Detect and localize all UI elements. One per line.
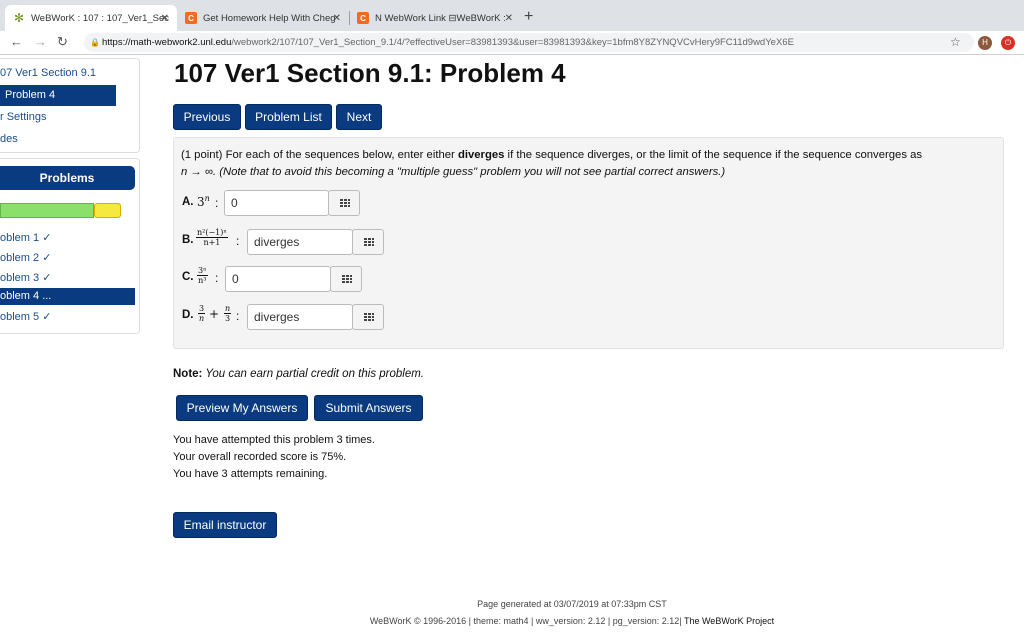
math-base: 3 xyxy=(197,195,205,209)
part-b-label: B. xyxy=(182,234,194,246)
progress-incorrect xyxy=(94,203,121,218)
browser-tab-chegg[interactable]: C Get Homework Help With Cheg ✕ xyxy=(177,5,350,31)
sidebar-link-section[interactable]: 07 Ver1 Section 9.1 xyxy=(0,67,96,79)
webwork-project-link[interactable]: The WeBWorK Project xyxy=(684,616,774,626)
url-path: /webwork2/107/107_Ver1_Section_9.1/4/?ef… xyxy=(231,37,794,48)
footer-credits-text: WeBWorK © 1996-2016 | theme: math4 | ww_… xyxy=(369,616,684,626)
tab-title: Get Homework Help With Cheg xyxy=(203,12,336,24)
grid-icon xyxy=(364,313,374,322)
tab-close-icon[interactable]: ✕ xyxy=(161,13,169,24)
new-tab-icon[interactable]: + xyxy=(524,8,533,26)
browser-tab-webwork[interactable]: ✻ WeBWorK : 107 : 107_Ver1_Sec ✕ xyxy=(5,5,177,31)
answer-input-d[interactable]: diverges xyxy=(247,304,353,330)
reload-icon[interactable]: ↻ xyxy=(57,34,68,50)
answer-input-b[interactable]: diverges xyxy=(247,229,353,255)
fraction-denominator: n³ xyxy=(198,276,207,285)
bookmark-star-icon[interactable]: ☆ xyxy=(950,35,961,49)
tab-title: WeBWorK : 107 : 107_Ver1_Sec xyxy=(31,12,170,24)
math-exponent: n xyxy=(204,194,210,203)
fraction-denominator: n+1 xyxy=(203,238,221,247)
part-c-fraction: 3ⁿ n³ xyxy=(197,266,208,285)
url-field[interactable]: 🔒 https://math-webwork2.unl.edu/webwork2… xyxy=(84,33,974,52)
next-button[interactable]: Next xyxy=(336,104,382,130)
fraction-denominator: 3 xyxy=(225,314,231,323)
address-bar-row: ← → ↻ 🔒 https://math-webwork2.unl.edu/we… xyxy=(0,31,1024,55)
note-label: Note: xyxy=(173,368,203,380)
colon: : xyxy=(215,271,219,285)
problem-list-item[interactable]: oblem 1 ✓ xyxy=(0,231,51,244)
browser-tab-bar: ✻ WeBWorK : 107 : 107_Ver1_Sec ✕ C Get H… xyxy=(0,0,1024,31)
profile-avatar[interactable]: H xyxy=(978,36,992,50)
fraction-denominator: n xyxy=(198,314,205,323)
part-d-fraction-2: n 3 xyxy=(224,304,232,323)
intro-note: (Note that to avoid this becoming a "mul… xyxy=(216,166,726,178)
problem-list-button[interactable]: Problem List xyxy=(245,104,332,130)
lock-icon: 🔒 xyxy=(90,38,100,47)
part-a-label: A. xyxy=(182,196,194,208)
intro-limit: n → ∞. xyxy=(181,166,217,178)
grid-icon xyxy=(342,275,352,284)
score-status: Your overall recorded score is 75%. xyxy=(173,451,347,463)
footer-credits: WeBWorK © 1996-2016 | theme: math4 | ww_… xyxy=(0,616,1024,626)
webwork-favicon-icon: ✻ xyxy=(13,11,25,25)
problem-list-item-current[interactable]: oblem 4 ... xyxy=(0,288,135,305)
extension-icon[interactable]: ⏻ xyxy=(1001,36,1015,50)
fraction-numerator: 3ⁿ xyxy=(197,266,208,276)
problem-instructions: (1 point) For each of the sequences belo… xyxy=(181,147,981,181)
equation-editor-button-b[interactable] xyxy=(352,229,384,255)
footer-generated: Page generated at 03/07/2019 at 07:33pm … xyxy=(477,599,667,609)
grid-icon xyxy=(340,199,350,208)
grid-icon xyxy=(364,238,374,247)
sidebar-link-settings[interactable]: r Settings xyxy=(0,111,46,123)
chegg-favicon-icon: C xyxy=(185,12,197,24)
page-title: 107 Ver1 Section 9.1: Problem 4 xyxy=(174,58,566,88)
fraction-numerator: n²(−1)ⁿ xyxy=(196,228,228,238)
part-a-expression: 3n xyxy=(197,194,210,209)
problem-list-item[interactable]: oblem 2 ✓ xyxy=(0,251,51,264)
part-b-fraction: n²(−1)ⁿ n+1 xyxy=(196,228,228,247)
sidebar-link-problem-4[interactable]: Problem 4 xyxy=(0,85,116,106)
submit-answers-button[interactable]: Submit Answers xyxy=(314,395,423,421)
intro-text: (1 point) For each of the sequences belo… xyxy=(181,149,458,161)
colon: : xyxy=(236,234,240,248)
tab-close-icon[interactable]: ✕ xyxy=(333,13,341,24)
sidebar-link-grades[interactable]: des xyxy=(0,133,18,145)
forward-arrow-icon[interactable]: → xyxy=(34,34,47,49)
tab-title: N WebWork Link ⊟WeBWorK : xyxy=(375,12,506,24)
intro-text: if the sequence diverges, or the limit o… xyxy=(504,149,923,161)
problem-list-item[interactable]: oblem 5 ✓ xyxy=(0,310,51,323)
score-progress-bar xyxy=(0,203,121,218)
plus-sign: + xyxy=(209,307,220,321)
tab-close-icon[interactable]: ✕ xyxy=(505,13,513,24)
attempts-status: You have attempted this problem 3 times. xyxy=(173,434,375,446)
preview-answers-button[interactable]: Preview My Answers xyxy=(176,395,308,421)
note-text: You can earn partial credit on this prob… xyxy=(202,368,425,380)
answer-input-c[interactable]: 0 xyxy=(225,266,331,292)
url-host: https://math-webwork2.unl.edu xyxy=(102,37,232,48)
colon: : xyxy=(215,196,219,210)
part-c-label: C. xyxy=(182,271,194,283)
browser-tab-webwork-link[interactable]: C N WebWork Link ⊟WeBWorK : ✕ xyxy=(349,5,521,31)
colon: : xyxy=(236,309,240,323)
chegg-favicon-icon: C xyxy=(357,12,369,24)
part-d-fraction-1: 3 n xyxy=(198,304,206,323)
remaining-status: You have 3 attempts remaining. xyxy=(173,468,328,480)
partial-credit-note: Note: You can earn partial credit on thi… xyxy=(173,368,424,380)
email-instructor-button[interactable]: Email instructor xyxy=(173,512,277,538)
answer-input-a[interactable]: 0 xyxy=(224,190,329,216)
fraction-numerator: n xyxy=(224,304,232,314)
progress-correct xyxy=(0,203,94,218)
part-d-label: D. xyxy=(182,309,194,321)
equation-editor-button-d[interactable] xyxy=(352,304,384,330)
equation-editor-button-c[interactable] xyxy=(330,266,362,292)
back-arrow-icon[interactable]: ← xyxy=(10,34,23,49)
problem-list-item[interactable]: oblem 3 ✓ xyxy=(0,271,51,284)
equation-editor-button-a[interactable] xyxy=(328,190,360,216)
problems-header: Problems xyxy=(0,166,135,190)
intro-bold: diverges xyxy=(457,149,505,161)
previous-button[interactable]: Previous xyxy=(173,104,241,130)
fraction-numerator: 3 xyxy=(198,304,206,314)
